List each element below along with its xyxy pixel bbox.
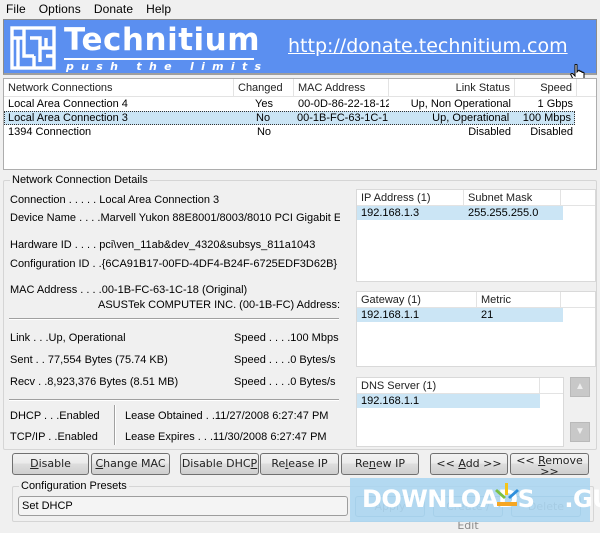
col-link-status[interactable]: Link Status [389, 79, 515, 96]
detail-link: Link . . .Up, Operational [10, 332, 126, 344]
ip-address-value: 192.168.1.3 [361, 207, 420, 219]
detail-sent-speed: Speed . . . .0 Bytes/s [234, 354, 336, 366]
move-up-button[interactable]: ▲ [570, 377, 590, 397]
connection-name: Local Area Connection 4 [8, 98, 128, 110]
preset-select[interactable]: Set DHCP [18, 496, 348, 516]
detail-mac-address: MAC Address . . . .00-1B-FC-63-1C-18 (Or… [10, 284, 248, 296]
detail-recv: Recv . .8,923,376 Bytes (8.51 MB) [10, 376, 179, 388]
download-arrow-icon [495, 483, 519, 506]
col-network-connections[interactable]: Network Connections [4, 79, 234, 96]
gateway-row[interactable]: 192.168.1.1 21 [357, 308, 563, 322]
menu-bar: File Options Donate Help [0, 0, 600, 18]
col-gateway[interactable]: Gateway (1) [357, 292, 477, 307]
connection-row[interactable]: 1394 Connection No Disabled Disabled [4, 125, 596, 139]
donate-link[interactable]: http://donate.technitium.com [288, 33, 568, 59]
remove-button[interactable]: << Remove >> [510, 453, 589, 477]
detail-sent: Sent . . 77,554 Bytes (75.74 KB) [10, 354, 168, 366]
detail-vendor: ASUSTek COMPUTER INC. (00-1B-FC) Address… [98, 299, 341, 311]
brand-tagline: push the limits [66, 60, 269, 73]
connection-status: Up, Operational [432, 112, 510, 124]
detail-configuration-id: Configuration ID . .{6CA91B17-00FD-4DF4-… [10, 258, 338, 270]
connections-header: Network Connections Changed MAC Address … [4, 79, 596, 97]
change-mac-button[interactable]: Change MAC [91, 453, 170, 475]
arrow-up-icon: ▲ [575, 381, 585, 392]
connection-changed: Yes [255, 98, 273, 110]
col-metric[interactable]: Metric [477, 292, 561, 307]
detail-tcpip: TCP/IP . .Enabled [10, 431, 98, 443]
col-subnet-mask[interactable]: Subnet Mask [464, 190, 561, 205]
arrow-down-icon: ▼ [575, 426, 585, 437]
col-ip-address[interactable]: IP Address (1) [357, 190, 464, 205]
ip-address-list[interactable]: IP Address (1) Subnet Mask 192.168.1.3 2… [356, 189, 596, 282]
metric-value: 21 [481, 309, 494, 321]
gateway-list[interactable]: Gateway (1) Metric 192.168.1.1 21 [356, 291, 596, 367]
detail-lease-obtained: Lease Obtained . .11/27/2008 6:27:47 PM [125, 410, 329, 422]
detail-dhcp: DHCP . . .Enabled [10, 410, 100, 422]
connection-speed: Disabled [530, 126, 573, 138]
connection-mac: 00-0D-86-22-18-12 [298, 98, 389, 110]
col-dns-server[interactable]: DNS Server (1) [357, 378, 540, 393]
connection-mac [294, 125, 389, 139]
menu-help[interactable]: Help [143, 2, 177, 16]
col-speed[interactable]: Speed [515, 79, 577, 96]
detail-lease-expires: Lease Expires . . .11/30/2008 6:27:47 PM [125, 431, 327, 443]
details-separator [9, 318, 339, 320]
network-connections-list[interactable]: Network Connections Changed MAC Address … [3, 78, 597, 170]
menu-options[interactable]: Options [36, 2, 87, 16]
connection-speed: 100 Mbps [522, 112, 572, 124]
disable-button[interactable]: Disable [12, 453, 89, 475]
watermark-text-right: .GURU [564, 485, 600, 513]
brand-name: Technitium [64, 22, 261, 58]
col-changed[interactable]: Changed [234, 79, 294, 96]
presets-title: Configuration Presets [19, 480, 129, 493]
connection-name: 1394 Connection [8, 126, 92, 138]
disable-dhcp-button[interactable]: Disable DHCP [180, 453, 259, 475]
col-mac-address[interactable]: MAC Address [294, 79, 389, 96]
detail-link-speed: Speed . . . .100 Mbps [234, 332, 339, 344]
dns-server-list[interactable]: DNS Server (1) 192.168.1.1 [356, 377, 564, 447]
menu-donate[interactable]: Donate [91, 2, 139, 16]
connection-changed: No [256, 126, 272, 138]
menu-file[interactable]: File [3, 2, 32, 16]
dns-row[interactable]: 192.168.1.1 [357, 394, 540, 408]
technitium-banner: Technitium push the limits http://donate… [3, 19, 597, 84]
move-down-button[interactable]: ▼ [570, 422, 590, 442]
dns-server-value: 192.168.1.1 [361, 395, 420, 407]
downloads-guru-watermark: DOWNLOADS.GURU [350, 478, 600, 522]
connection-row[interactable]: Local Area Connection 4 Yes 00-0D-86-22-… [4, 97, 596, 111]
release-ip-button[interactable]: Release IP [260, 453, 339, 475]
detail-connection: Connection . . . . . Local Area Connecti… [10, 194, 220, 206]
details-vertical-separator [114, 405, 116, 445]
detail-device-name: Device Name . . . .Marvell Yukon 88E8001… [10, 212, 340, 224]
connection-row-selected[interactable]: Local Area Connection 3 No 00-1B-FC-63-1… [4, 111, 575, 125]
connection-changed: No [256, 112, 271, 124]
detail-recv-speed: Speed . . . .0 Bytes/s [234, 376, 336, 388]
connection-status: Disabled [468, 126, 511, 138]
renew-ip-button[interactable]: Renew IP [341, 453, 419, 475]
connection-speed: 1 Gbps [537, 98, 573, 110]
details-title: Network Connection Details [10, 174, 150, 187]
technitium-logo-icon [10, 26, 56, 70]
details-separator [9, 399, 339, 401]
connection-status: Up, Non Operational [410, 98, 511, 110]
connection-name: Local Area Connection 3 [8, 112, 128, 124]
subnet-mask-value: 255.255.255.0 [468, 207, 539, 219]
add-button[interactable]: << Add >> [430, 453, 508, 475]
ip-row[interactable]: 192.168.1.3 255.255.255.0 [357, 206, 563, 220]
gateway-value: 192.168.1.1 [361, 309, 420, 321]
detail-hardware-id: Hardware ID . . . . pci\ven_11ab&dev_432… [10, 239, 316, 251]
connection-mac: 00-1B-FC-63-1C-18 [296, 112, 388, 124]
